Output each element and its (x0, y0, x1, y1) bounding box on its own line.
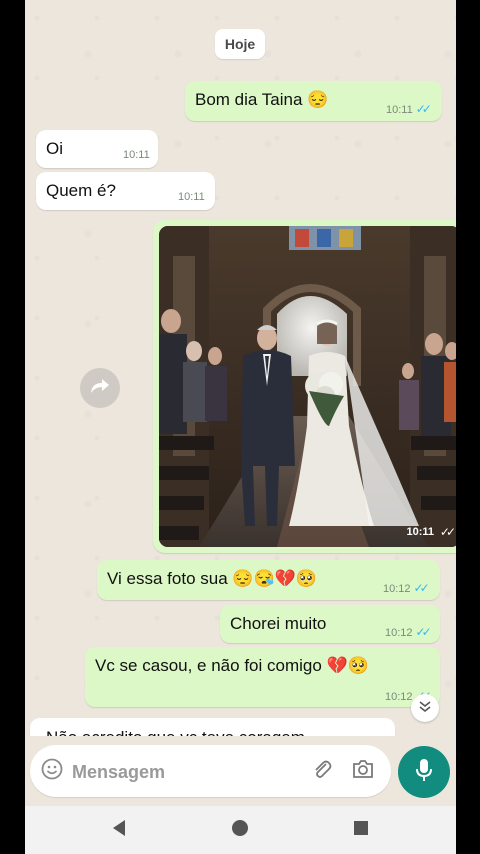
message-text: Oi (46, 139, 63, 158)
message-outgoing[interactable]: Vi essa foto sua 😔😪💔🥺 10:12 ✓✓ (97, 560, 440, 600)
wedding-photo[interactable]: 10:11 ✓✓ (159, 226, 456, 547)
forward-icon (90, 378, 110, 399)
read-ticks-icon: ✓✓ (413, 581, 430, 595)
back-icon (111, 819, 127, 842)
chat-area[interactable]: Hoje Bom dia Taina 😔 10:11 ✓✓ Oi 10:11 Qu… (25, 0, 456, 806)
message-text: Chorei muito (230, 614, 327, 633)
scroll-to-bottom-button[interactable] (411, 694, 439, 722)
message-time: 10:11 (386, 104, 413, 116)
message-outgoing[interactable]: Chorei muito 10:12 ✓✓ (220, 605, 440, 643)
message-time: 10:12 (385, 627, 413, 639)
forward-button[interactable] (80, 368, 120, 408)
emoji-icon (41, 758, 63, 785)
chevron-down-icon (418, 699, 432, 718)
message-text: Quem é? (46, 181, 116, 200)
date-separator: Hoje (215, 29, 265, 59)
message-incoming[interactable]: Oi 10:11 (36, 130, 158, 168)
read-ticks-icon: ✓✓ (415, 102, 432, 116)
back-button[interactable] (109, 819, 129, 842)
mic-icon (414, 757, 434, 788)
home-button[interactable] (230, 819, 250, 842)
camera-icon (351, 758, 375, 785)
emoji-button[interactable] (40, 758, 64, 785)
recents-button[interactable] (351, 820, 371, 840)
message-time: 10:11 (406, 526, 434, 538)
message-time: 10:12 (385, 691, 413, 703)
attach-button[interactable] (310, 759, 334, 783)
camera-button[interactable] (350, 759, 376, 783)
attach-icon (311, 758, 333, 785)
message-text: Vi essa foto sua 😔😪💔🥺 (107, 569, 318, 588)
message-composer (30, 745, 391, 797)
home-icon (231, 819, 249, 842)
voice-message-button[interactable] (398, 746, 450, 798)
message-time: 10:11 (178, 191, 205, 203)
message-outgoing[interactable]: Vc se casou, e não foi comigo 💔🥺 10:12✓✓ (85, 647, 440, 707)
message-text: Bom dia Taina 😔 (195, 90, 329, 109)
message-outgoing-image[interactable]: 10:11 ✓✓ (153, 220, 456, 553)
message-input[interactable] (70, 757, 294, 787)
read-ticks-icon: ✓✓ (415, 625, 432, 639)
system-navigation-bar (25, 806, 456, 854)
message-incoming[interactable]: Quem é? 10:11 (36, 172, 215, 210)
message-outgoing[interactable]: Bom dia Taina 😔 10:11 ✓✓ (185, 81, 442, 121)
message-text: Vc se casou, e não foi comigo 💔🥺 (95, 656, 369, 675)
message-time: 10:11 (123, 149, 150, 161)
read-ticks-icon: ✓✓ (439, 525, 456, 539)
recents-icon (353, 820, 369, 841)
message-time: 10:12 (383, 583, 411, 595)
